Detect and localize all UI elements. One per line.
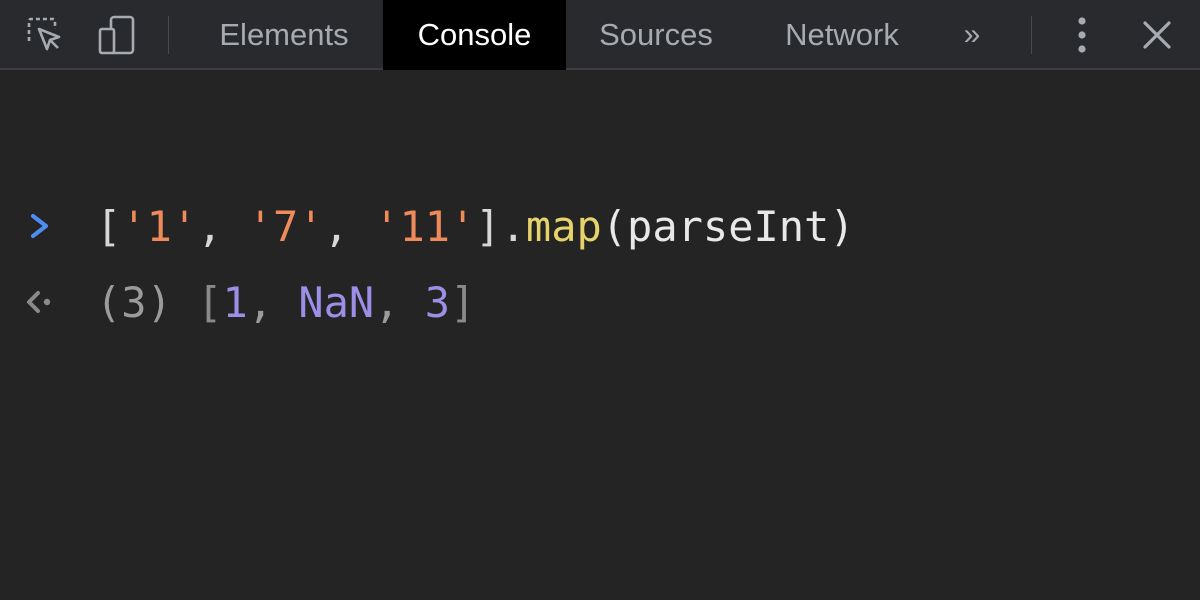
tab-sources[interactable]: Sources (580, 0, 732, 70)
device-toolbar-icon[interactable] (92, 0, 142, 70)
console-input-line: ['1', '7', '11']. map (parseInt) (0, 198, 1200, 254)
array-value: 1 (222, 277, 248, 327)
toolbar-divider (1031, 16, 1032, 54)
console-input-code: ['1', '7', '11']. map (parseInt) (96, 198, 855, 254)
code-string: '11' (374, 201, 476, 251)
inspect-element-icon[interactable] (20, 0, 70, 70)
console-result-line: (3) [1, NaN, 3] (0, 274, 1200, 330)
code-punct: [ (197, 277, 223, 327)
toolbar-divider (168, 16, 169, 54)
array-value: NaN (298, 277, 375, 327)
kebab-menu-icon[interactable] (1062, 0, 1102, 70)
code-string: '7' (247, 201, 324, 251)
code-punct: [ (96, 201, 122, 251)
close-icon[interactable] (1134, 0, 1180, 70)
code-string: '1' (121, 201, 198, 251)
array-value: 3 (424, 277, 451, 327)
tab-elements[interactable]: Elements (196, 0, 372, 70)
tab-console[interactable]: Console (383, 0, 566, 70)
code-punct: ]. (475, 201, 526, 251)
result-arrow-icon (22, 274, 58, 330)
code-punct: , (323, 201, 375, 251)
more-tabs-label: » (963, 18, 981, 51)
more-tabs-icon[interactable]: » (948, 0, 996, 70)
console-output[interactable]: ['1', '7', '11']. map (parseInt) (3) [1, N… (0, 70, 1200, 600)
code-punct: , (247, 277, 299, 327)
prompt-chevron-icon (22, 198, 58, 254)
code-method: map (525, 201, 602, 251)
code-punct: , (374, 277, 425, 327)
devtools-toolbar: Elements Console Sources Network » (0, 0, 1200, 70)
code-punct: , (197, 201, 248, 251)
array-length: (3) (96, 277, 198, 327)
code-punct: ] (450, 277, 476, 327)
code-args: (parseInt) (601, 201, 855, 251)
tab-network[interactable]: Network (765, 0, 919, 70)
devtools-panel: Elements Console Sources Network » ['1'… (0, 0, 1200, 600)
console-result-value[interactable]: (3) [1, NaN, 3] (96, 274, 475, 330)
